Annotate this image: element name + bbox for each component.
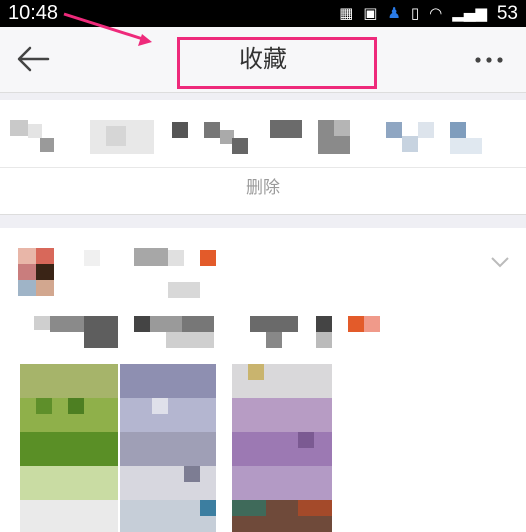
avatar [18, 248, 54, 298]
vibrate-icon: ▯ [410, 4, 420, 22]
image-thumbnail-3[interactable] [232, 364, 332, 532]
header: 收藏 [0, 27, 526, 93]
image-thumbnail-1[interactable] [20, 364, 118, 532]
status-icons: ▦ ▣ ♟ ▯ ◠ ▂▄▆ 53 [339, 0, 518, 27]
app-grid-icon: ▦ [339, 4, 354, 22]
image-icon: ▣ [363, 4, 378, 22]
image-thumbnail-2[interactable] [120, 364, 216, 532]
more-dots-icon[interactable] [474, 55, 504, 65]
battery-level: 53 [496, 3, 518, 24]
favorites-toolbar: 删除 [0, 100, 526, 215]
status-bar: 10:48 ▦ ▣ ♟ ▯ ◠ ▂▄▆ 53 [0, 0, 526, 27]
qq-icon: ♟ [387, 4, 401, 22]
status-time: 10:48 [8, 2, 59, 24]
pixelated-content [0, 118, 526, 158]
wifi-icon: ◠ [429, 4, 443, 22]
title-highlight-box [177, 37, 377, 89]
favorite-item-card [0, 228, 526, 532]
signal-icon: ▂▄▆ [452, 4, 487, 22]
delete-button[interactable]: 删除 [0, 167, 526, 208]
pixelated-description [34, 312, 394, 348]
pixelated-header-text [84, 248, 224, 298]
chevron-down-icon[interactable] [490, 256, 510, 268]
